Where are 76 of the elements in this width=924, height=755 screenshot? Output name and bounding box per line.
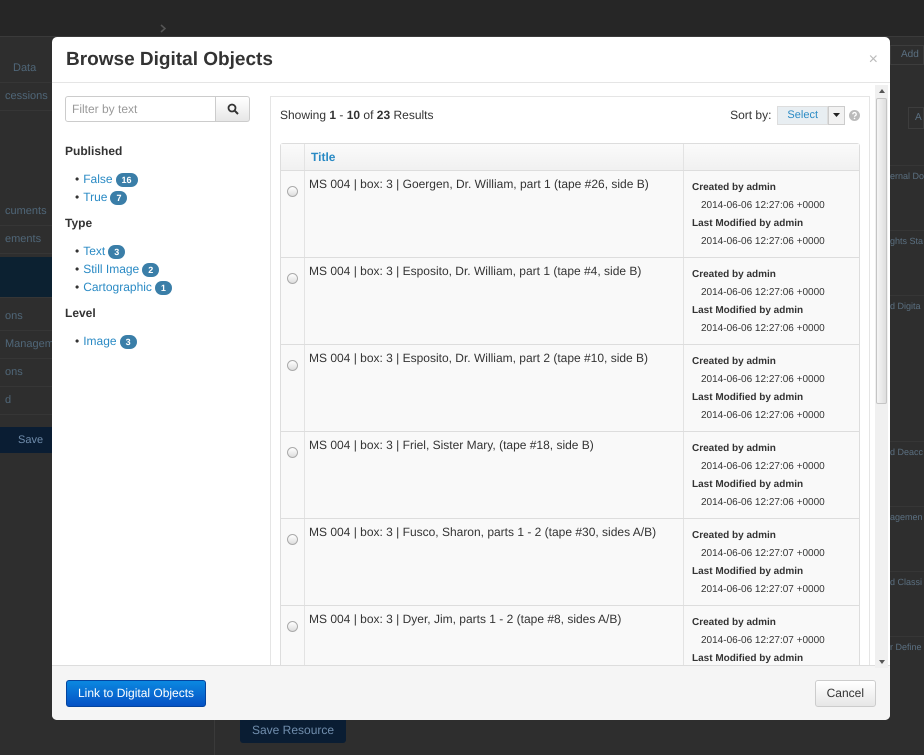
scrollbar[interactable] [875, 85, 888, 668]
radio-button[interactable] [287, 534, 298, 545]
bullet: • [75, 244, 80, 258]
title-text: MS 004 | box: 3 | Friel, Sister Mary, (tape #18, side B) [309, 438, 594, 452]
created-by-text: Created by admin [692, 181, 777, 195]
modified-by-text: Last Modified by admin [692, 391, 804, 405]
timestamp-text: 2014-06-06 12:27:07 +0000 [700, 634, 826, 648]
search-button[interactable] [216, 96, 250, 122]
created-by-text: Created by admin [692, 268, 777, 282]
timestamp-text: 2014-06-06 12:27:07 +0000 [700, 583, 826, 597]
search-icon [226, 103, 238, 115]
radio-button[interactable] [287, 273, 298, 284]
radio-button[interactable] [287, 360, 298, 371]
facet-link[interactable]: Text [83, 244, 106, 258]
facet-link[interactable]: True [83, 190, 108, 204]
title-text: MS 004 | box: 3 | Esposito, Dr. William, part 1 (tape #4, side B) [309, 264, 642, 278]
created-by-text: Created by admin [692, 529, 777, 543]
radio-button[interactable] [287, 186, 298, 197]
add-button[interactable]: Add [890, 45, 924, 65]
title-text: MS 004 | box: 3 | Goergen, Dr. William, part 1 (tape #26, side B) [309, 177, 649, 191]
timestamp-text: 2014-06-06 12:27:06 +0000 [700, 496, 826, 510]
bullet: • [75, 172, 80, 186]
timestamp-text: 2014-06-06 12:27:06 +0000 [700, 322, 826, 336]
facet-heading: Type [65, 216, 94, 230]
count-badge: 7 [110, 191, 128, 205]
close-button[interactable]: × [868, 50, 878, 68]
created-by-text: Created by admin [692, 616, 777, 630]
link-button[interactable]: Link to Digital Objects [66, 680, 206, 706]
timestamp-text: 2014-06-06 12:27:06 +0000 [700, 409, 826, 423]
count-badge: 2 [142, 263, 160, 277]
timestamp-text: 2014-06-06 12:27:06 +0000 [700, 199, 826, 213]
facet-link[interactable]: Cartographic [83, 280, 152, 294]
title-column-header[interactable]: Title [304, 144, 684, 170]
facet-heading: Published [65, 144, 124, 158]
timestamp-text: 2014-06-06 12:27:06 +0000 [700, 460, 826, 474]
save-button[interactable]: Save [0, 427, 52, 453]
caret-icon [833, 113, 840, 117]
title-text: MS 004 | box: 3 | Esposito, Dr. William, part 2 (tape #10, side B) [309, 351, 648, 365]
facet-link[interactable]: Image [83, 334, 117, 348]
facet-heading: Level [65, 306, 97, 320]
add-button[interactable]: A [908, 107, 924, 129]
bullet: • [75, 190, 80, 204]
dialog-title: Browse Digital Objects [66, 48, 273, 70]
radio-button[interactable] [287, 447, 298, 458]
modified-by-text: Last Modified by admin [692, 304, 804, 318]
results-summary: Showing 1 - 10 of 23 Results [280, 108, 434, 122]
radio-button[interactable] [287, 621, 298, 632]
count-badge: 1 [154, 281, 172, 295]
count-badge: 16 [116, 173, 138, 187]
timestamp-text: 2014-06-06 12:27:06 +0000 [700, 235, 826, 249]
modified-by-text: Last Modified by admin [692, 565, 804, 579]
cancel-button[interactable]: Cancel [814, 680, 876, 706]
created-by-text: Created by admin [692, 355, 777, 369]
count-badge: 3 [120, 335, 137, 349]
count-badge: 3 [108, 245, 126, 259]
timestamp-text: 2014-06-06 12:27:06 +0000 [700, 286, 826, 300]
bullet: • [75, 262, 80, 276]
scroll-up-icon[interactable] [878, 89, 884, 93]
title-text: MS 004 | box: 3 | Fusco, Sharon, parts 1 - 2 (tape #30, sides A/B) [309, 525, 656, 539]
facet-link[interactable]: False [83, 172, 113, 186]
bullet: • [75, 280, 80, 294]
chevron-right-icon[interactable] [160, 24, 166, 33]
facet-link[interactable]: Still Image [83, 262, 140, 276]
modified-by-text: Last Modified by admin [692, 478, 804, 492]
sort-label: Sort by: [730, 108, 772, 122]
created-by-text: Created by admin [692, 442, 777, 456]
sort-dropdown-button[interactable] [828, 106, 845, 124]
sort-select-button[interactable]: Select [777, 106, 828, 124]
help-icon[interactable] [849, 110, 860, 120]
bullet: • [75, 334, 80, 348]
timestamp-text: 2014-06-06 12:27:06 +0000 [700, 373, 826, 387]
modified-by-text: Last Modified by admin [692, 217, 804, 231]
filter-field[interactable]: Filter by text [65, 96, 216, 122]
title-text: MS 004 | box: 3 | Dyer, Jim, parts 1 - 2 (tape #8, sides A/B) [309, 612, 622, 626]
timestamp-text: 2014-06-06 12:27:07 +0000 [700, 547, 826, 561]
modified-by-text: Last Modified by admin [692, 652, 804, 665]
